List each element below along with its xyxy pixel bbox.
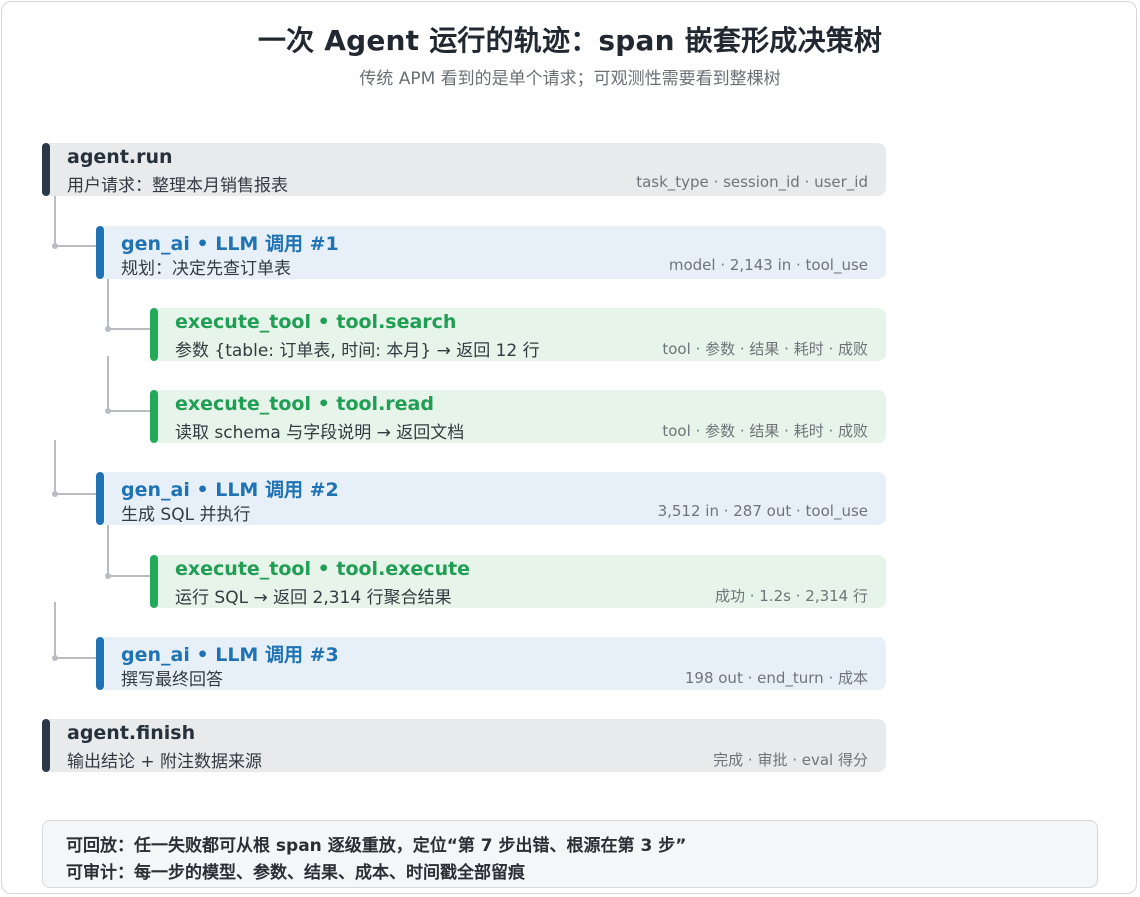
- audit-note: 可审计：每一步的模型、参数、结果、成本、时间戳全部留痕: [66, 863, 525, 883]
- span-attributes: 成功 · 1.2s · 2,314 行: [715, 587, 868, 605]
- span-agent-finish: agent.finish 输出结论 + 附注数据来源 完成 · 审批 · eva…: [42, 719, 886, 772]
- span-description: 生成 SQL 并执行: [121, 505, 251, 525]
- connector-dot: [52, 243, 58, 249]
- span-tool-read: execute_tool • tool.read 读取 schema 与字段说明…: [150, 390, 886, 443]
- span-level-bar: [96, 637, 104, 690]
- connector-dot: [105, 573, 111, 579]
- span-description: 参数 {table: 订单表, 时间: 本月} → 返回 12 行: [175, 341, 540, 361]
- span-name: gen_ai • LLM 调用 #2: [121, 479, 339, 501]
- connector-llm1-read: [107, 356, 150, 412]
- connector-dot: [52, 655, 58, 661]
- span-attributes: model · 2,143 in · tool_use: [668, 256, 868, 274]
- span-attributes: 完成 · 审批 · eval 得分: [713, 751, 868, 769]
- span-agent-run: agent.run 用户请求：整理本月销售报表 task_type · sess…: [42, 143, 886, 196]
- span-attributes: 198 out · end_turn · 成本: [684, 669, 868, 687]
- span-level-bar: [96, 472, 104, 525]
- span-level-bar: [150, 390, 158, 443]
- span-name: gen_ai • LLM 调用 #3: [121, 644, 339, 666]
- span-tool-search: execute_tool • tool.search 参数 {table: 订单…: [150, 308, 886, 361]
- span-attributes: task_type · session_id · user_id: [636, 173, 868, 191]
- connector-root-llm1: [54, 196, 96, 247]
- connector-dot: [52, 491, 58, 497]
- replay-note: 可回放：任一失败都可从根 span 逐级重放，定位“第 7 步出错、根源在第 3…: [66, 836, 687, 856]
- connector-dot: [105, 408, 111, 414]
- span-description: 运行 SQL → 返回 2,314 行聚合结果: [175, 588, 452, 608]
- span-attributes: 3,512 in · 287 out · tool_use: [657, 502, 868, 520]
- connector-root-llm3: [54, 602, 96, 659]
- connector-root-llm2: [54, 440, 96, 495]
- span-level-bar: [96, 226, 104, 279]
- span-description: 输出结论 + 附注数据来源: [67, 752, 263, 772]
- span-name: gen_ai • LLM 调用 #1: [121, 233, 339, 255]
- span-level-bar: [42, 719, 50, 772]
- span-level-bar: [150, 308, 158, 361]
- summary-note-box: 可回放：任一失败都可从根 span 逐级重放，定位“第 7 步出错、根源在第 3…: [42, 820, 1098, 888]
- connector-dot: [105, 326, 111, 332]
- span-llm-call-3: gen_ai • LLM 调用 #3 撰写最终回答 198 out · end_…: [96, 637, 886, 690]
- span-name: execute_tool • tool.read: [175, 393, 434, 415]
- connector-llm2-execute: [107, 524, 150, 577]
- span-llm-call-1: gen_ai • LLM 调用 #1 规划：决定先查订单表 model · 2,…: [96, 226, 886, 279]
- span-tool-execute: execute_tool • tool.execute 运行 SQL → 返回 …: [150, 555, 886, 608]
- span-description: 规划：决定先查订单表: [121, 259, 291, 279]
- span-description: 撰写最终回答: [121, 670, 223, 690]
- span-name: execute_tool • tool.search: [175, 311, 457, 333]
- span-level-bar: [150, 555, 158, 608]
- span-attributes: tool · 参数 · 结果 · 耗时 · 成败: [662, 340, 868, 358]
- connector-llm1-search: [107, 278, 150, 330]
- span-name: agent.run: [67, 146, 173, 168]
- span-name: agent.finish: [67, 722, 196, 744]
- span-level-bar: [42, 143, 50, 196]
- span-llm-call-2: gen_ai • LLM 调用 #2 生成 SQL 并执行 3,512 in ·…: [96, 472, 886, 525]
- span-description: 用户请求：整理本月销售报表: [67, 176, 288, 196]
- span-description: 读取 schema 与字段说明 → 返回文档: [175, 423, 465, 443]
- span-name: execute_tool • tool.execute: [175, 558, 471, 580]
- span-attributes: tool · 参数 · 结果 · 耗时 · 成败: [662, 422, 868, 440]
